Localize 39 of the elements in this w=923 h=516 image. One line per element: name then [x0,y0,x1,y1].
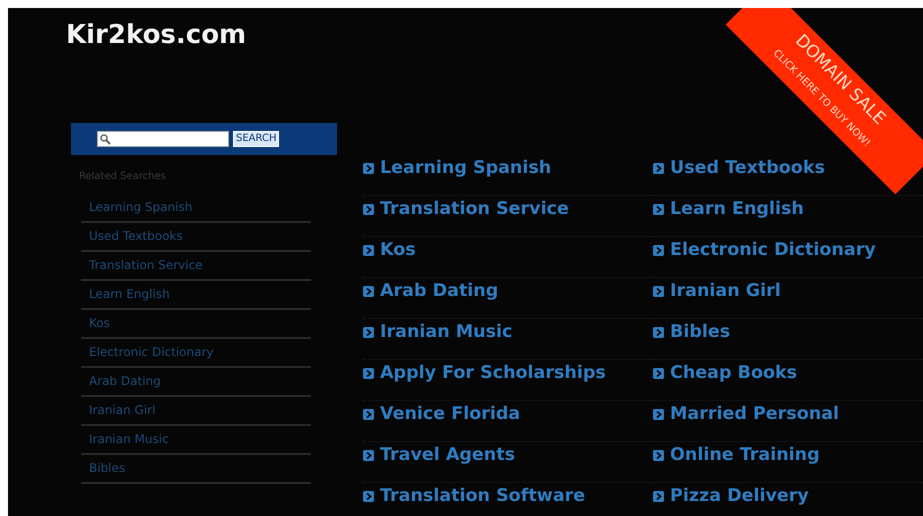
bullet-icon [653,244,664,256]
search-button[interactable]: SEARCH [233,131,280,147]
bullet-icon [653,408,664,420]
bullet-icon [363,368,374,379]
search-link[interactable]: Iranian Music [363,319,512,346]
search-link[interactable]: Bibles [653,319,730,346]
search-link[interactable]: Travel Agents [363,442,516,468]
search-link[interactable]: Arab Dating [363,278,498,304]
bullet-icon [363,450,374,461]
bullet-icon [653,162,664,174]
search-link[interactable]: Learning Spanish [363,155,552,182]
bullet-icon [363,204,374,215]
bullet-icon [653,286,664,297]
search-link[interactable]: Electronic Dictionary [653,237,876,264]
search-link[interactable]: Venice Florida [363,401,520,428]
bullet-icon [653,326,664,338]
search-link[interactable]: Apply For Scholarships [363,360,606,386]
search-link[interactable]: Kos [363,237,416,264]
search-link[interactable]: Translation Service [363,196,569,222]
search-link[interactable]: Online Training [653,442,820,468]
bullet-icon [363,326,374,338]
search-field[interactable] [97,131,229,147]
bullet-icon [653,490,664,502]
search-link[interactable]: Cheap Books [653,360,798,386]
bullet-icon [653,368,664,379]
search-icon [100,134,111,144]
bullet-icon [363,162,374,174]
search-link[interactable]: Pizza Delivery [653,483,809,510]
search-link[interactable]: Iranian Girl [653,278,781,304]
bullet-icon [653,450,664,461]
bullet-icon [363,286,374,297]
search-link[interactable]: Translation Software [363,483,586,510]
bullet-icon [363,408,374,420]
search-link[interactable]: Learn English [653,196,804,222]
bullet-icon [363,244,374,256]
bullet-icon [653,204,664,215]
bullet-icon [363,490,374,502]
search-link[interactable]: Married Personal [653,401,840,428]
site-logo[interactable]: Kir2kos.com [8,8,246,55]
